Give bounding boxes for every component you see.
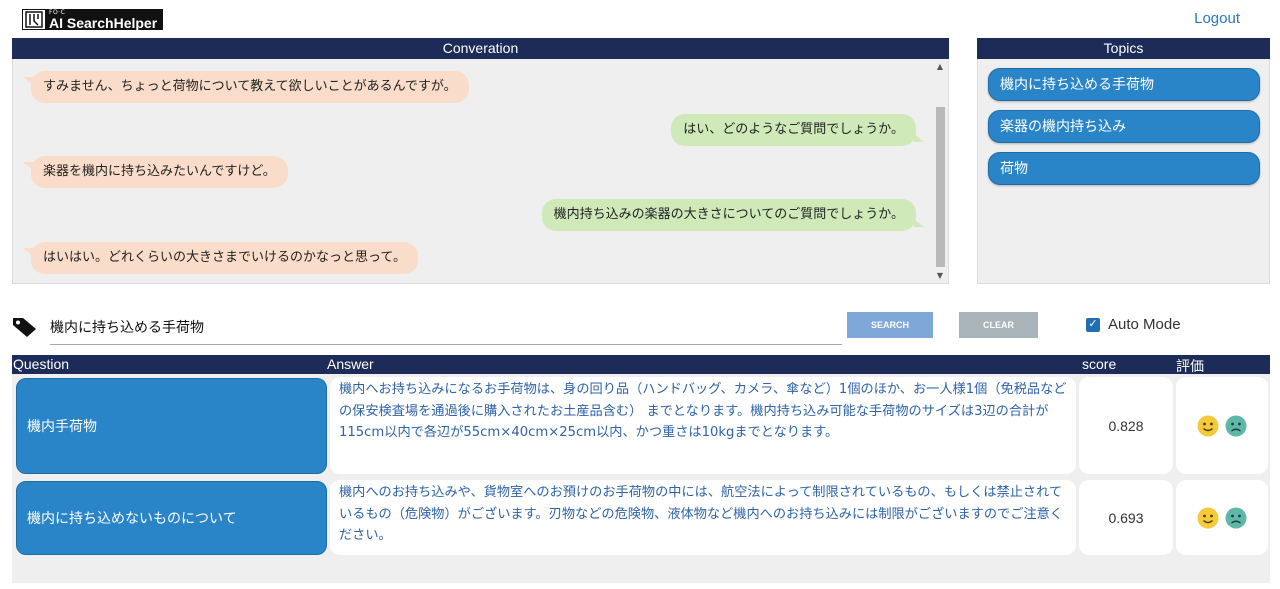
header-answer: Answer	[327, 356, 374, 372]
chat-message-user: すみません、ちょっと荷物について教えて欲しいことがあるんですが。	[23, 71, 469, 103]
app-root: FO‧C AI SearchHelper Logout Converation …	[0, 0, 1280, 589]
chat-message-user: はいはい。どれくらいの大きさまでいけるのかなっと思って。	[23, 242, 418, 274]
topics-list: 機内に持ち込める手荷物 楽器の機内持ち込み 荷物	[977, 59, 1270, 284]
chat-message-bot: 機内持ち込みの楽器の大きさについてのご質問でしょうか。	[541, 199, 925, 231]
answer-cell: 機内へのお持ち込みや、貨物室へのお預けのお手荷物の中には、航空法によって制限され…	[330, 480, 1076, 555]
conversation-scrollbar[interactable]: ▲ ▼	[934, 59, 946, 284]
logo-mark-icon	[23, 10, 45, 29]
header-question: Question	[13, 356, 70, 372]
search-input[interactable]	[50, 310, 842, 345]
checkbox-checked-icon[interactable]: ✓	[1086, 317, 1100, 332]
logo-text-block: FO‧C AI SearchHelper	[45, 9, 162, 31]
results-header: Question Answer score 評価	[12, 355, 1270, 374]
logo-title: AI SearchHelper	[49, 14, 158, 31]
rating-cell	[1176, 377, 1268, 474]
clear-button[interactable]: CLEAR	[959, 312, 1038, 338]
topics-title: Topics	[977, 38, 1270, 59]
conversation-title: Converation	[12, 38, 949, 59]
smile-face-icon[interactable]	[1197, 507, 1219, 529]
chat-message-bot: はい、どのようなご質問でしょうか。	[671, 114, 924, 146]
chat-message-user: 楽器を機内に持ち込みたいんですけど。	[23, 156, 288, 188]
results-table: Question Answer score 評価 機内手荷物 機内へお持ち込みに…	[12, 355, 1270, 583]
auto-mode-label: Auto Mode	[1108, 316, 1181, 333]
conversation-panel: Converation すみません、ちょっと荷物について教えて欲しいことがあるん…	[12, 38, 949, 284]
scroll-down-arrow-icon[interactable]: ▼	[934, 270, 946, 282]
scroll-up-arrow-icon[interactable]: ▲	[934, 61, 946, 73]
rating-cell	[1176, 480, 1268, 555]
tag-icon	[13, 318, 36, 337]
frown-face-icon[interactable]	[1225, 415, 1247, 437]
auto-mode-toggle[interactable]: ✓ Auto Mode	[1086, 316, 1181, 333]
score-cell: 0.828	[1079, 377, 1173, 474]
score-cell: 0.693	[1079, 480, 1173, 555]
search-button[interactable]: SEARCH	[847, 312, 933, 338]
frown-face-icon[interactable]	[1225, 507, 1247, 529]
question-cell[interactable]: 機内手荷物	[16, 378, 327, 474]
topic-item[interactable]: 機内に持ち込める手荷物	[988, 68, 1260, 101]
scrollbar-thumb[interactable]	[936, 107, 945, 267]
smile-face-icon[interactable]	[1197, 415, 1219, 437]
answer-cell: 機内へお持ち込みになるお手荷物は、身の回り品（ハンドバッグ、カメラ、傘など）1個…	[330, 377, 1076, 474]
conversation-body[interactable]: すみません、ちょっと荷物について教えて欲しいことがあるんですが。 はい、どのよう…	[12, 59, 949, 284]
header-score: score	[1082, 356, 1117, 372]
app-logo: FO‧C AI SearchHelper	[22, 9, 164, 31]
topics-panel: Topics 機内に持ち込める手荷物 楽器の機内持ち込み 荷物	[977, 38, 1270, 284]
topic-item[interactable]: 楽器の機内持ち込み	[988, 110, 1260, 143]
logout-link[interactable]: Logout	[1194, 10, 1240, 27]
topic-item[interactable]: 荷物	[988, 152, 1260, 185]
header-rating: 評価	[1176, 358, 1204, 374]
question-cell[interactable]: 機内に持ち込めないものについて	[16, 481, 327, 555]
